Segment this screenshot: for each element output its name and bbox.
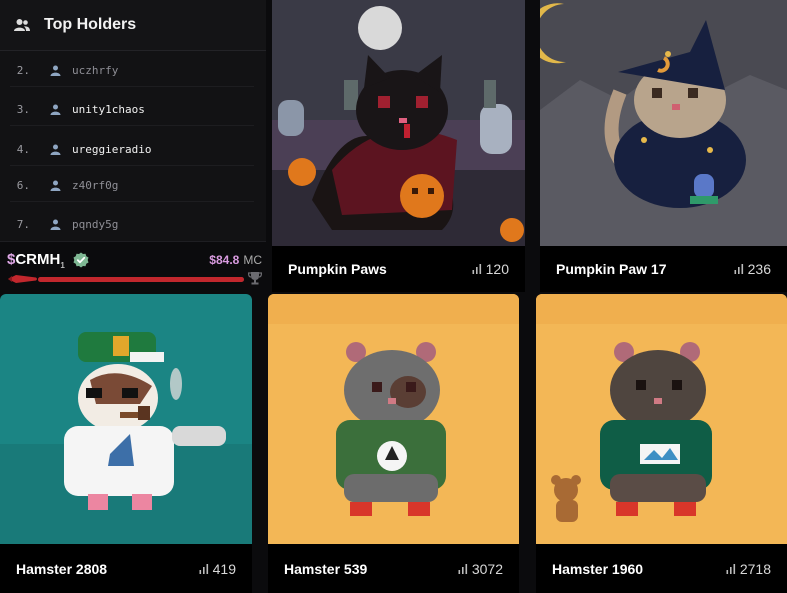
nft-image-hamster-pipe[interactable]: [0, 294, 252, 544]
nft-image-hamster-teddy[interactable]: [536, 294, 787, 544]
card-count-value: 419: [212, 560, 236, 577]
card-count-value: 236: [747, 261, 771, 277]
token-subscript: 1: [60, 261, 65, 270]
card-footer: Hamster 539 3072: [268, 544, 519, 593]
nft-card-hamster-539[interactable]: Hamster 539 3072: [268, 294, 519, 593]
card-name[interactable]: Hamster 1960: [552, 561, 643, 577]
holder-name[interactable]: z40rf0g: [72, 179, 118, 192]
nft-card-hamster-1960[interactable]: Hamster 1960 2718: [536, 294, 787, 593]
nft-image-vampire-cat[interactable]: [272, 0, 525, 246]
nft-card-hamster-2808[interactable]: Hamster 2808 419: [0, 294, 252, 593]
holder-rank: 3.: [16, 103, 30, 116]
card-footer: Pumpkin Paw 17 236: [540, 246, 787, 292]
users-icon: [14, 19, 30, 31]
nft-image-wizard-cat[interactable]: [540, 0, 787, 246]
bonding-progress-bar: [38, 277, 244, 282]
holder-name[interactable]: pqndy5g: [72, 218, 118, 231]
card-count: 419: [199, 561, 236, 577]
bar-chart-icon: [199, 563, 208, 574]
bar-chart-icon: [726, 563, 735, 574]
user-icon: [50, 219, 61, 230]
nft-card-pumpkin-paw-17[interactable]: Pumpkin Paw 17 236: [540, 0, 787, 292]
rocket-icon: [8, 275, 37, 283]
card-count: 236: [734, 261, 771, 277]
bar-chart-icon: [458, 563, 467, 574]
holder-rank: 7.: [16, 217, 30, 231]
nft-image-hamster-green-hoodie[interactable]: [268, 294, 519, 544]
card-footer: Pumpkin Paws 120: [272, 246, 525, 292]
holder-rank: 6.: [16, 179, 30, 192]
verified-check-icon: [73, 252, 89, 268]
card-name[interactable]: Hamster 2808: [16, 561, 107, 577]
card-count: 120: [472, 261, 509, 277]
holder-name[interactable]: uczhrfy: [72, 64, 118, 77]
holder-row[interactable]: 7. pqndy5g: [10, 208, 254, 240]
market-cap: $84.8 MC: [209, 253, 262, 267]
holder-rank: 4.: [16, 143, 30, 156]
trophy-icon: [248, 272, 262, 285]
user-icon: [50, 104, 61, 115]
holder-name[interactable]: unity1chaos: [72, 103, 145, 116]
card-count-value: 120: [485, 261, 509, 277]
card-name[interactable]: Pumpkin Paw 17: [556, 261, 666, 277]
top-holders-header: Top Holders: [0, 0, 266, 51]
holder-row[interactable]: 2. uczhrfy: [10, 55, 254, 87]
token-symbol[interactable]: $CRMH1: [7, 251, 65, 270]
top-holders-title: Top Holders: [44, 16, 137, 33]
holder-row[interactable]: 6. z40rf0g: [10, 170, 254, 202]
token-summary[interactable]: $CRMH1 $84.8 MC: [0, 242, 266, 292]
card-count: 2718: [726, 561, 771, 577]
bar-chart-icon: [734, 264, 743, 274]
market-cap-value: $84.8: [209, 253, 240, 267]
user-icon: [50, 180, 61, 191]
top-holders-panel: Top Holders 2. uczhrfy 3. unity1chaos 4.…: [0, 0, 266, 242]
card-count-value: 2718: [739, 560, 771, 577]
holder-name[interactable]: ureggieradio: [72, 143, 151, 156]
card-count-value: 3072: [471, 560, 503, 577]
bonding-progress-fill: [38, 277, 244, 282]
card-name[interactable]: Hamster 539: [284, 561, 367, 577]
card-name[interactable]: Pumpkin Paws: [288, 261, 387, 277]
user-icon: [50, 144, 61, 155]
bar-chart-icon: [472, 264, 481, 274]
market-cap-label: MC: [243, 253, 262, 267]
token-ticker: CRMH: [15, 251, 61, 268]
holder-row[interactable]: 3. unity1chaos: [10, 94, 254, 126]
nft-card-pumpkin-paws[interactable]: Pumpkin Paws 120: [272, 0, 525, 292]
card-footer: Hamster 1960 2718: [536, 544, 787, 593]
holder-rank: 2.: [16, 64, 30, 77]
card-footer: Hamster 2808 419: [0, 544, 252, 593]
card-count: 3072: [458, 561, 503, 577]
user-icon: [50, 65, 61, 76]
holder-row[interactable]: 4. ureggieradio: [10, 134, 254, 166]
